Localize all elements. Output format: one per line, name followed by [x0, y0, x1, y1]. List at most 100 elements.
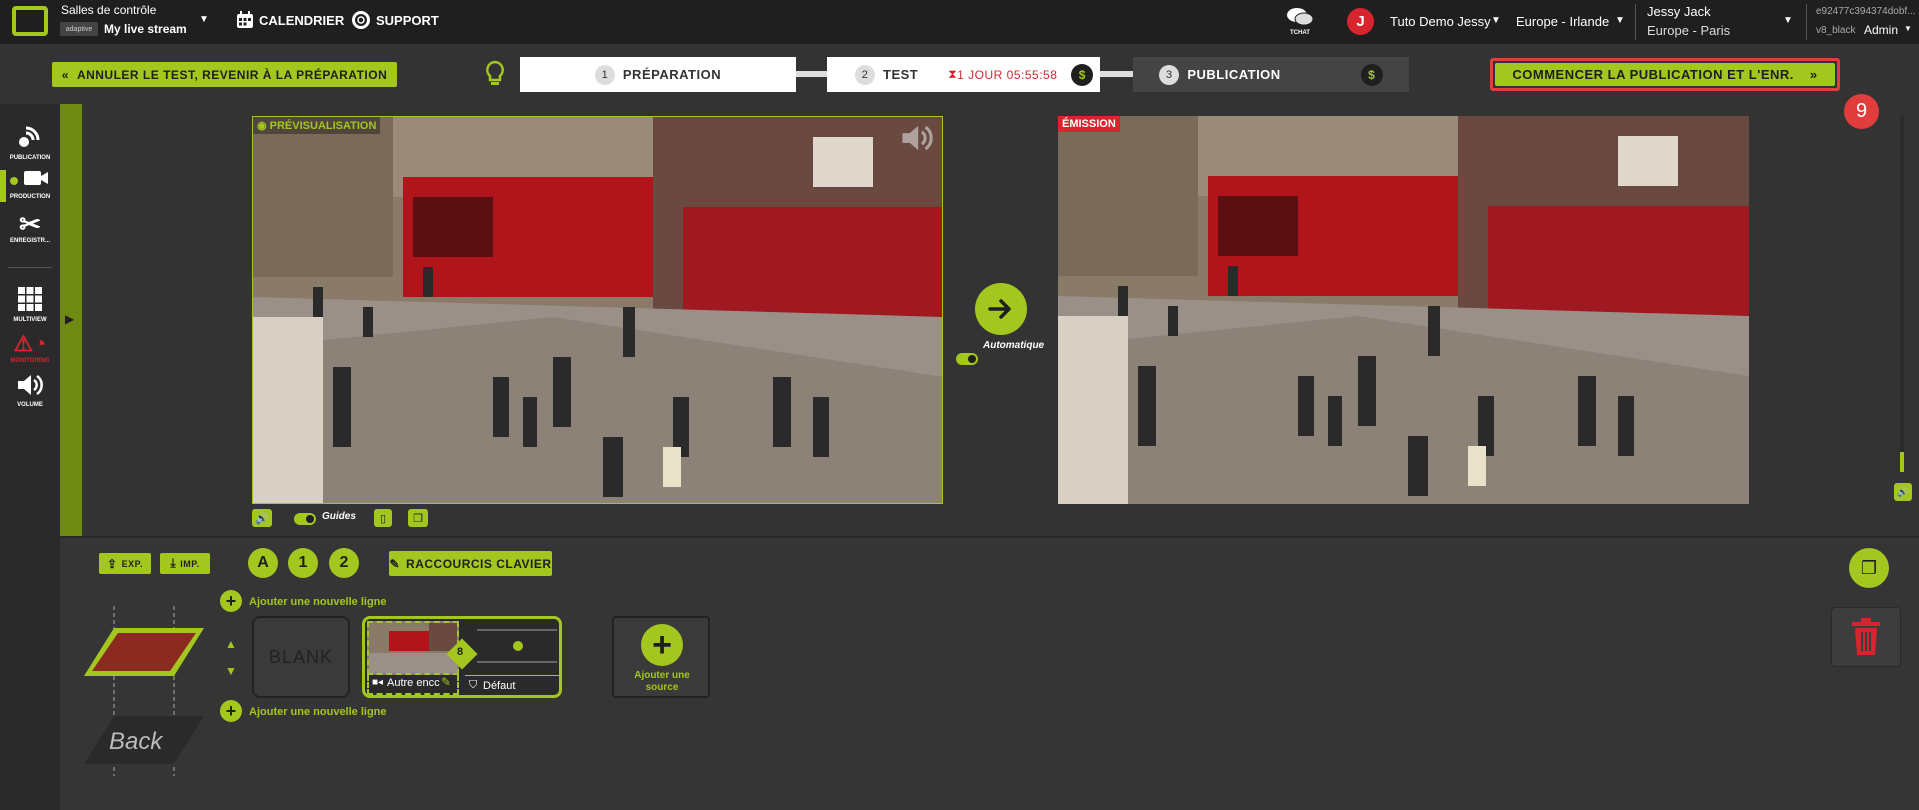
arrow-right-icon: [988, 299, 1011, 319]
street-scene-image: [1058, 116, 1749, 504]
lightbulb-icon[interactable]: [483, 60, 507, 88]
support-link[interactable]: SUPPORT: [376, 13, 439, 28]
sidebar-item-publication[interactable]: PUBLICATION: [0, 122, 60, 161]
broadcast-icon: [0, 122, 60, 155]
stream-name[interactable]: My live stream: [104, 22, 187, 36]
calendar-icon[interactable]: [236, 11, 254, 29]
sidebar-item-recording[interactable]: ✂ ENREGISTR...: [0, 210, 60, 244]
chat-label: TCHAT: [1290, 30, 1310, 36]
support-icon[interactable]: [352, 11, 370, 29]
start-publication-label: COMMENCER LA PUBLICATION ET L'ENR.: [1512, 67, 1794, 82]
status-dot: [513, 641, 523, 651]
chevron-down-icon[interactable]: ▼: [1491, 15, 1501, 26]
audio-toggle-button[interactable]: 🔊: [252, 509, 272, 527]
add-source-tile[interactable]: + Ajouter une source: [612, 616, 710, 698]
stream-brand-logo: adaptive: [60, 22, 98, 36]
mobile-view-button[interactable]: ▯: [374, 509, 392, 527]
speaker-icon: 🔊: [1897, 486, 1909, 497]
divider: [1635, 4, 1636, 40]
chevron-down-icon[interactable]: ▼: [199, 14, 209, 25]
layer-stack-diagram: Back: [84, 606, 204, 776]
source-thumbnail: [367, 621, 459, 675]
step-label: PUBLICATION: [1187, 67, 1281, 82]
import-button[interactable]: ⤓ IMP.: [160, 553, 210, 574]
upload-icon: ⇪: [107, 556, 118, 571]
speaker-icon[interactable]: [900, 123, 934, 153]
guides-toggle[interactable]: [294, 513, 316, 525]
calendar-link[interactable]: CALENDRIER: [259, 13, 344, 28]
street-scene-image: [253, 117, 942, 503]
camera-icon: ■◂: [372, 677, 384, 688]
move-up-icon[interactable]: ▲: [225, 637, 237, 651]
sidebar-item-production[interactable]: PRODUCTION: [0, 166, 60, 200]
panel-toggle-strip[interactable]: ▶: [60, 104, 82, 536]
preview-video[interactable]: ◉ PRÉVISUALISATION: [252, 116, 943, 504]
preview-label-text: PRÉVISUALISATION: [269, 120, 377, 132]
copy-layout-button[interactable]: ❐: [1849, 548, 1889, 588]
app-logo[interactable]: [12, 6, 48, 36]
keyboard-shortcuts-button[interactable]: ✎ RACCOURCIS CLAVIER: [389, 551, 552, 576]
sidebar-item-label: MULTIVIEW: [13, 317, 47, 323]
add-line-top-label[interactable]: Ajouter une nouvelle ligne: [249, 596, 387, 608]
step-number: 3: [1159, 64, 1180, 85]
preview-label: ◉ PRÉVISUALISATION: [253, 117, 381, 134]
workspace-select[interactable]: Tuto Demo Jessy: [1390, 14, 1491, 29]
step-preparation[interactable]: 1 PRÉPARATION: [520, 57, 796, 92]
source-number: 8: [457, 646, 464, 658]
export-button[interactable]: ⇪ EXP.: [99, 553, 151, 574]
eye-icon: ◉: [257, 120, 270, 132]
user-name[interactable]: Jessy Jack: [1647, 4, 1711, 19]
source-tile[interactable]: ■◂ Autre encc ✎ 8 ⛉ Défaut: [362, 616, 562, 698]
start-publication-button[interactable]: COMMENCER LA PUBLICATION ET L'ENR. »: [1495, 63, 1835, 86]
copy-icon: ❐: [413, 512, 423, 525]
region-select[interactable]: Europe - Irlande: [1516, 14, 1609, 29]
add-line-top-button[interactable]: +: [220, 590, 242, 612]
step-callout-badge: 9: [1844, 94, 1879, 129]
step-connector: [1099, 71, 1133, 77]
step-connector: [796, 71, 828, 77]
blank-source-tile[interactable]: BLANK: [252, 616, 350, 698]
step-label: TEST: [883, 67, 919, 82]
avatar[interactable]: J: [1347, 8, 1374, 35]
program-video[interactable]: ÉMISSION: [1058, 116, 1749, 504]
role-label: Admin: [1864, 23, 1899, 37]
chevron-down-icon[interactable]: ▼: [1615, 15, 1625, 26]
move-down-icon[interactable]: ▼: [225, 664, 237, 678]
step-test[interactable]: 2 TEST ⧗ 1 JOUR 05:55:58 $: [827, 57, 1100, 92]
add-line-bottom-button[interactable]: +: [220, 700, 242, 722]
add-source-label: Ajouter une source: [634, 670, 690, 693]
billing-icon: $: [1360, 63, 1383, 86]
user-timezone: Europe - Paris: [1647, 23, 1731, 38]
plus-icon: +: [225, 701, 237, 721]
add-line-bottom-label[interactable]: Ajouter une nouvelle ligne: [249, 706, 387, 718]
sidebar-item-volume[interactable]: VOLUME: [0, 373, 60, 408]
cancel-test-button[interactable]: « ANNULER LE TEST, REVENIR À LA PRÉPARAT…: [52, 62, 397, 87]
default-preset-label: Défaut: [483, 680, 516, 692]
sidebar-item-label: VOLUME: [17, 402, 43, 408]
chevron-down-icon[interactable]: ▼: [1783, 15, 1793, 26]
back-layer-label: Back: [109, 728, 163, 755]
divider: [1806, 4, 1807, 40]
chevron-down-icon[interactable]: ▼: [1904, 24, 1912, 33]
layer-1-button[interactable]: 1: [288, 548, 318, 578]
double-chevron-right-icon: »: [1809, 67, 1818, 82]
sidebar-item-multiview[interactable]: MULTIVIEW: [0, 286, 60, 323]
pencil-icon[interactable]: ✎: [441, 675, 451, 689]
copy-button[interactable]: ❐: [408, 509, 428, 527]
chat-icon[interactable]: [1286, 6, 1314, 28]
layer-a-button[interactable]: A: [248, 548, 278, 578]
take-transition-button[interactable]: [975, 283, 1027, 335]
auto-transition-toggle[interactable]: [956, 353, 978, 365]
sidebar-item-monitoring[interactable]: ⚠◔ MONITORING: [0, 330, 60, 364]
trash-icon: [1852, 618, 1880, 655]
program-audio-button[interactable]: 🔊: [1894, 483, 1912, 501]
source-caption: ■◂ Autre encc ✎: [367, 675, 459, 695]
layer-2-button[interactable]: 2: [329, 548, 359, 578]
step-publication[interactable]: 3 PUBLICATION $: [1133, 57, 1409, 92]
plus-icon: +: [641, 624, 683, 666]
speaker-icon: [0, 373, 60, 402]
caret-right-icon[interactable]: ▶: [65, 312, 74, 326]
plus-icon: +: [225, 591, 237, 611]
org-title: Salles de contrôle: [61, 3, 157, 17]
delete-drop-zone[interactable]: [1831, 607, 1901, 667]
